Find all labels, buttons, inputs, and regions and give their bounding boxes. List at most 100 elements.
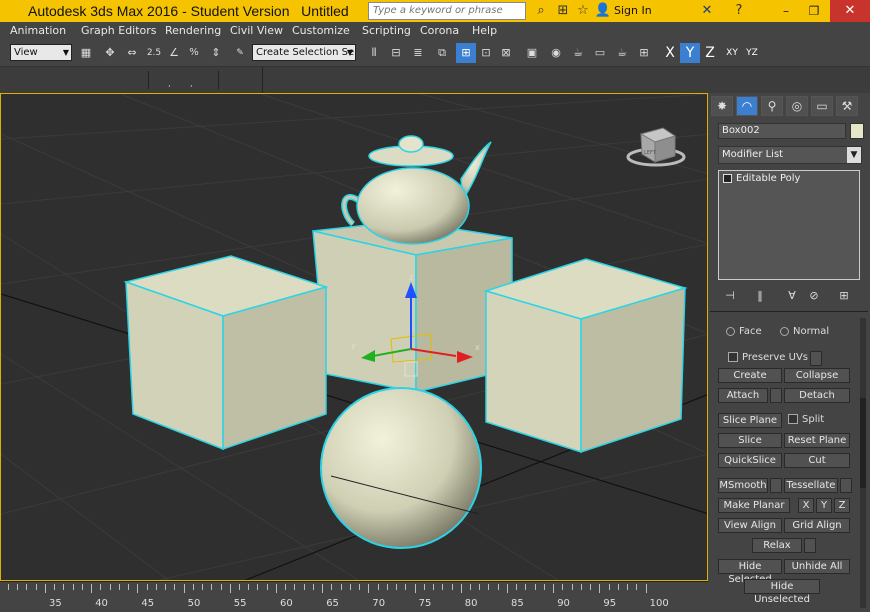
create-tab-icon[interactable]: ✸ — [711, 96, 733, 116]
modifier-stack[interactable]: Editable Poly — [718, 170, 860, 280]
modify-tab-icon[interactable]: ◠ — [736, 96, 758, 116]
relax-settings-button[interactable] — [804, 538, 816, 553]
preserve-uvs-checkbox[interactable]: Preserve UVs — [728, 352, 808, 363]
planar-z-button[interactable]: Z — [834, 498, 850, 513]
menu-animation[interactable]: Animation — [10, 22, 66, 40]
normal-radio[interactable]: Normal — [780, 326, 829, 337]
right-box[interactable] — [483, 258, 688, 454]
viewport-scene[interactable]: z x y LEFT — [1, 94, 708, 581]
face-radio[interactable]: Face — [726, 326, 762, 337]
motion-tab-icon[interactable]: ◎ — [786, 96, 808, 116]
sign-in-link[interactable]: Sign In — [614, 0, 652, 22]
render-setup-icon[interactable]: ☕ — [568, 43, 588, 63]
grid-align-button[interactable]: Grid Align — [784, 518, 850, 533]
reset-plane-button[interactable]: Reset Plane — [784, 433, 850, 448]
create-button[interactable]: Create — [718, 368, 782, 383]
render-icon[interactable]: ☕ — [612, 43, 632, 63]
curve-editor-icon[interactable]: ⊠ — [496, 43, 516, 63]
preserve-uvs-settings-button[interactable] — [810, 351, 822, 366]
show-end-result-icon[interactable]: ‖ — [752, 288, 768, 304]
restore-button[interactable]: ❐ — [800, 0, 828, 22]
display-tab-icon[interactable]: ▭ — [811, 96, 833, 116]
planar-x-button[interactable]: X — [798, 498, 814, 513]
communication-icon[interactable]: ⊞ — [554, 2, 572, 20]
attach-list-button[interactable] — [770, 388, 782, 403]
axis-z-button[interactable]: Z — [700, 43, 720, 63]
axis-x-button[interactable]: X — [660, 43, 680, 63]
hide-unselected-button[interactable]: Hide Unselected — [744, 579, 820, 605]
cut-button[interactable]: Cut — [784, 453, 850, 468]
panel-scrollbar[interactable] — [860, 318, 866, 608]
unhide-all-button[interactable]: Unhide All — [784, 559, 850, 574]
named-selection-dropdown[interactable]: Create Selection Se ▼ — [252, 44, 356, 61]
perspective-viewport[interactable]: z x y LEFT — [0, 93, 708, 581]
material-editor-icon[interactable]: ◉ — [546, 43, 566, 63]
render-production-icon[interactable]: ⊞ — [634, 43, 654, 63]
menu-graph-editors[interactable]: Graph Editors — [81, 22, 157, 40]
timeline-ruler[interactable]: 35 40 45 50 55 60 65 70 75 80 85 90 95 100 — [0, 581, 708, 612]
scrollbar-thumb[interactable] — [860, 398, 866, 488]
render-frame-icon[interactable]: ▭ — [590, 43, 610, 63]
axis-xy-button[interactable]: XY — [722, 43, 742, 63]
snap-toggle[interactable]: 2.5 — [144, 43, 164, 63]
tessellate-settings-button[interactable] — [840, 478, 852, 493]
view-align-button[interactable]: View Align — [718, 518, 782, 533]
layer-explorer-icon[interactable]: ≣ — [408, 43, 428, 63]
relax-button[interactable]: Relax — [752, 538, 802, 553]
help-icon[interactable]: ? — [730, 2, 748, 20]
attach-button[interactable]: Attach — [718, 388, 768, 403]
menu-customize[interactable]: Customize — [292, 22, 350, 40]
msmooth-settings-button[interactable] — [770, 478, 782, 493]
teapot[interactable] — [341, 135, 492, 245]
minimize-button[interactable]: – — [772, 0, 800, 22]
layer-manager-icon[interactable]: ⧉ — [432, 43, 452, 63]
spinner-snap-icon[interactable]: ⇕ — [206, 43, 226, 63]
slice-button[interactable]: Slice — [718, 433, 782, 448]
planar-y-button[interactable]: Y — [816, 498, 832, 513]
mirror-tool-icon[interactable]: ⫴ — [364, 43, 384, 63]
edit-named-selection-icon[interactable]: ✎ — [230, 43, 250, 63]
reference-coordinate-dropdown[interactable]: View ▼ — [10, 44, 72, 61]
collapse-button[interactable]: Collapse — [784, 368, 850, 383]
center-box[interactable] — [312, 220, 513, 393]
pivot-icon[interactable]: ▦ — [76, 43, 96, 63]
star-icon[interactable]: ☆ — [574, 2, 592, 20]
search-input[interactable]: Type a keyword or phrase — [368, 2, 526, 20]
object-name-field[interactable]: Box002 — [718, 123, 846, 139]
align-icon[interactable]: ⊟ — [386, 43, 406, 63]
menu-help[interactable]: Help — [472, 22, 497, 40]
make-planar-button[interactable]: Make Planar — [718, 498, 790, 513]
graphite-toggle-icon[interactable]: ⊡ — [476, 43, 496, 63]
make-unique-icon[interactable]: ∀ — [784, 288, 800, 304]
schematic-view-icon[interactable]: ▣ — [522, 43, 542, 63]
stack-toggle-icon[interactable] — [723, 173, 732, 183]
sphere[interactable] — [320, 387, 482, 549]
menu-scripting[interactable]: Scripting — [362, 22, 411, 40]
utilities-tab-icon[interactable]: ⚒ — [836, 96, 858, 116]
close-button[interactable]: ✕ — [830, 0, 870, 22]
detach-button[interactable]: Detach — [784, 388, 850, 403]
split-checkbox[interactable]: Split — [788, 414, 824, 425]
hierarchy-tab-icon[interactable]: ⚲ — [761, 96, 783, 116]
axis-yz-button[interactable]: YZ — [742, 43, 762, 63]
msmooth-button[interactable]: MSmooth — [718, 478, 768, 493]
percent-snap-icon[interactable]: % — [184, 43, 204, 63]
viewcube[interactable]: LEFT — [626, 127, 686, 167]
menu-civil-view[interactable]: Civil View — [230, 22, 283, 40]
stack-item-editable-poly[interactable]: Editable Poly — [723, 173, 800, 184]
axis-y-button[interactable]: Y — [680, 43, 700, 63]
menu-corona[interactable]: Corona — [420, 22, 459, 40]
mirror-icon[interactable]: ⇔ — [122, 43, 142, 63]
move-icon[interactable]: ✥ — [100, 43, 120, 63]
binoculars-icon[interactable]: ⌕ — [532, 2, 550, 20]
hide-selected-button[interactable]: Hide Selected — [718, 559, 782, 585]
remove-modifier-icon[interactable]: ⊘ — [806, 288, 822, 304]
menu-rendering[interactable]: Rendering — [165, 22, 221, 40]
angle-snap-icon[interactable]: ∠ — [164, 43, 184, 63]
scene-explorer-icon[interactable]: ⊞ — [456, 43, 476, 63]
configure-sets-icon[interactable]: ⊞ — [836, 288, 852, 304]
slice-plane-button[interactable]: Slice Plane — [718, 413, 782, 428]
tessellate-button[interactable]: Tessellate — [784, 478, 838, 493]
left-box[interactable] — [123, 255, 329, 451]
exchange-icon[interactable]: ✕ — [698, 2, 716, 20]
